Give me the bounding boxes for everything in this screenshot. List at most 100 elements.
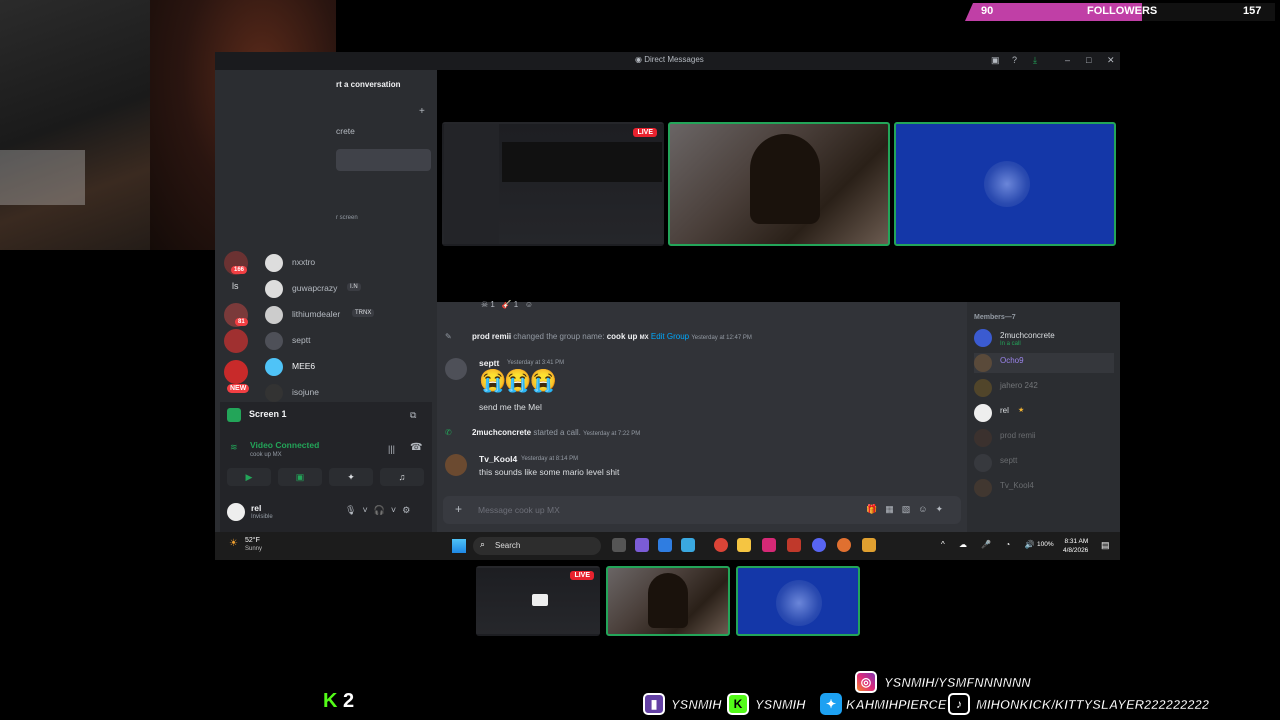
create-dm-icon[interactable]: + [419, 106, 425, 117]
battery-level[interactable]: 100% [1037, 541, 1054, 548]
weather-temp[interactable]: 52°F [245, 537, 260, 544]
video-tile-camera[interactable] [668, 122, 890, 246]
server-icon-3[interactable] [224, 329, 248, 353]
member-item[interactable]: jahero 242 [974, 378, 1114, 398]
gift-icon[interactable]: 🎁 [866, 504, 885, 514]
weather-icon[interactable]: ☀ [229, 538, 238, 549]
file-explorer-icon[interactable] [737, 538, 751, 552]
soundboard-button[interactable]: ♫ [380, 468, 424, 486]
camera-button[interactable]: ▶ [227, 468, 271, 486]
copilot-icon[interactable] [635, 538, 649, 552]
twitter-handle: KAHMIHPIERCE [846, 697, 947, 713]
headset-icon[interactable]: 🎧 [374, 505, 391, 515]
kick-count: 2 [343, 690, 355, 712]
chrome-icon[interactable] [714, 538, 728, 552]
dm-item-partial[interactable]: crete [336, 126, 355, 136]
preview-tile-camera[interactable] [606, 566, 730, 636]
preview-tile-avatar[interactable] [736, 566, 860, 636]
voice-status[interactable]: Video Connected [250, 440, 319, 450]
dm-item-isojune[interactable]: isojune [265, 382, 430, 404]
app-icon[interactable] [862, 538, 876, 552]
avatar[interactable] [227, 503, 245, 521]
user-avatar-orb [776, 580, 822, 626]
follower-goal: 157 [1243, 5, 1262, 17]
user-controls[interactable]: 🎙˅🎧˅⚙ [345, 505, 416, 516]
avatar [265, 254, 283, 272]
member-item[interactable]: prod remii [974, 428, 1114, 448]
member-name: Ocho9 [1000, 356, 1024, 365]
video-tile-avatar[interactable] [894, 122, 1116, 246]
member-item[interactable]: 2muchconcrete In a call [974, 328, 1114, 348]
message-input[interactable]: Message cook up MX [478, 505, 560, 515]
kick-icon: K [323, 690, 338, 712]
maximize-button[interactable]: □ [1086, 55, 1091, 65]
twitch-handle: YSNMIH [671, 697, 722, 713]
server-icon-4[interactable] [224, 360, 248, 384]
help-icon[interactable]: ? [1012, 55, 1017, 65]
timestamp: Yesterday at 8:14 PM [521, 456, 579, 462]
reactions-row[interactable]: ☠ 1 🎸 1 ☺ [481, 300, 533, 309]
dm-item-nxxtro[interactable]: nxxtro [265, 252, 430, 274]
voice-channel[interactable]: cook up MX [250, 452, 282, 458]
instagram-app-icon[interactable] [762, 538, 776, 552]
avatar[interactable] [445, 358, 467, 380]
popout-icon[interactable]: ⧉ [410, 410, 416, 421]
clock[interactable]: 8:31 AM 4/8/2026 [1063, 537, 1088, 555]
gear-icon[interactable]: ⚙ [402, 505, 416, 515]
dm-item-septt[interactable]: septt [265, 330, 430, 352]
video-tile-stream[interactable]: LIVE [442, 122, 664, 246]
server-label[interactable]: ls [232, 281, 239, 291]
dm-item-mee6[interactable]: MEE6 [265, 356, 430, 378]
instagram-icon: ◎ [855, 671, 877, 693]
download-icon[interactable]: ⤓ [1033, 55, 1037, 66]
composer-icons[interactable]: 🎁▦▧☺✦ [866, 504, 951, 515]
task-view-icon[interactable] [612, 538, 626, 552]
message-author[interactable]: septt [479, 358, 499, 368]
discord-taskbar-icon[interactable] [812, 538, 826, 552]
taskbar-search[interactable]: ⌕ Search [473, 537, 601, 555]
attach-icon[interactable]: + [455, 502, 462, 516]
window-title: Direct Messages [644, 55, 704, 64]
member-name: prod remii [1000, 431, 1036, 440]
tiktok-icon: ♪ [948, 693, 970, 715]
noise-suppression-icon[interactable]: ||| [388, 444, 395, 454]
message-composer[interactable]: + Message cook up MX 🎁▦▧☺✦ [443, 496, 961, 524]
start-conversation-button[interactable]: rt a conversation [336, 80, 400, 89]
share-screen-button[interactable]: ▣ [278, 468, 322, 486]
dm-item-selected[interactable] [336, 149, 431, 171]
store-icon[interactable] [658, 538, 672, 552]
member-item[interactable]: rel ★ [974, 403, 1114, 423]
edit-group-link[interactable]: Edit Group [651, 332, 689, 341]
member-item[interactable]: Tv_Kool4 [974, 478, 1114, 498]
sticker-icon[interactable]: ▧ [902, 504, 919, 514]
window-titlebar: ◉ Direct Messages ▣ ? ⤓ – □ ✕ [215, 52, 1120, 70]
gif-icon[interactable]: ▦ [885, 504, 902, 514]
message-author[interactable]: Tv_Kool4 [479, 454, 517, 464]
disconnect-icon[interactable]: ☎ [410, 442, 422, 453]
avatar[interactable] [445, 454, 467, 476]
group-name-suffix: MX [639, 335, 649, 341]
phone-icon: ✆ [445, 428, 452, 437]
dm-item-lithiumdealer[interactable]: lithiumdealer TRNX [265, 304, 430, 326]
inbox-icon[interactable]: ▣ [991, 55, 1000, 66]
clock-time: 8:31 AM [1064, 538, 1089, 545]
member-item[interactable]: septt [974, 453, 1114, 473]
close-button[interactable]: ✕ [1107, 55, 1115, 66]
dm-item-guwapcrazy[interactable]: guwapcrazy I.N [265, 278, 430, 300]
system-tray[interactable]: ^ ☁ 🎤 ◔ 🔊 [941, 540, 1040, 549]
winrar-icon[interactable] [787, 538, 801, 552]
member-item[interactable]: Ocho9 [974, 353, 1114, 373]
apps-icon[interactable]: ✦ [935, 504, 951, 514]
minimize-button[interactable]: – [1065, 55, 1070, 65]
edge-icon[interactable] [681, 538, 695, 552]
system-actor[interactable]: 2muchconcrete [472, 428, 531, 437]
activities-button[interactable]: ✦ [329, 468, 373, 486]
chrome-alt-icon[interactable] [837, 538, 851, 552]
preview-tile-stream[interactable]: LIVE [476, 566, 600, 636]
mic-icon[interactable]: 🎙 [345, 505, 362, 515]
notification-icon[interactable]: ▤ [1101, 540, 1110, 551]
start-button[interactable] [452, 539, 466, 553]
dm-name: nxxtro [292, 257, 316, 267]
emoji-icon[interactable]: ☺ [918, 504, 935, 514]
system-actor[interactable]: prod remii [472, 332, 511, 341]
